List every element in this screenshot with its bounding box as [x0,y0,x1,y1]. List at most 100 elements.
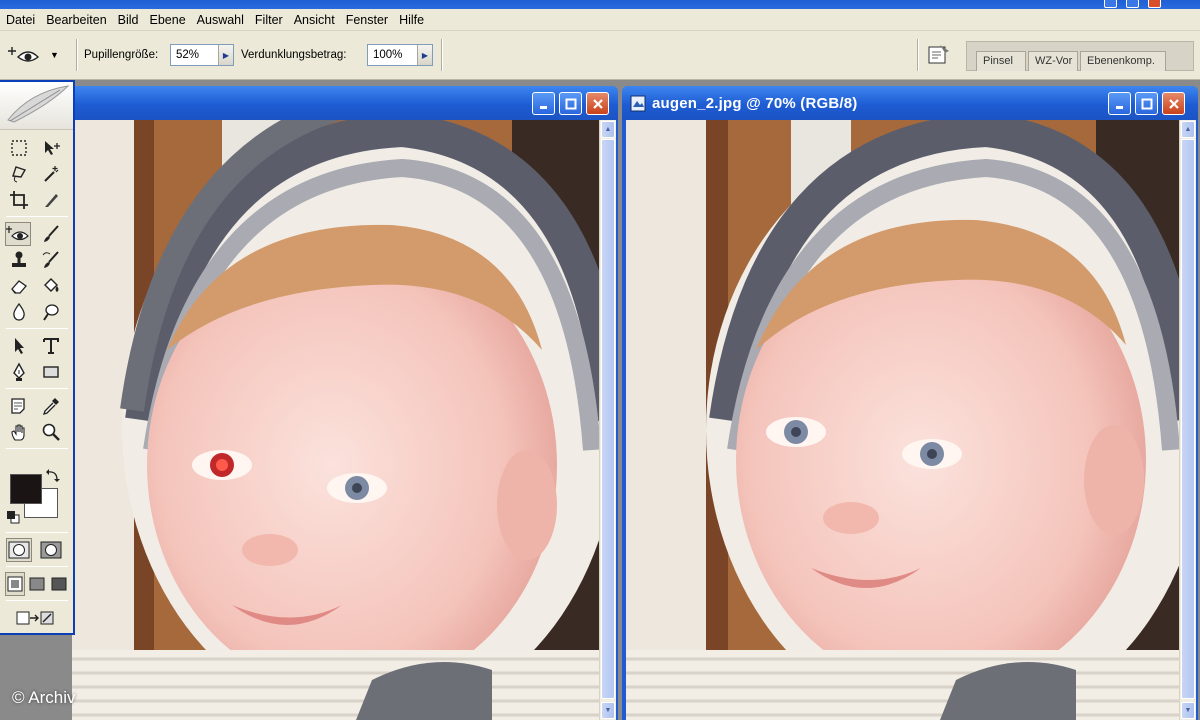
menu-ebene[interactable]: Ebene [144,13,191,27]
tool-preset-picker[interactable]: ▼ [8,42,70,68]
clone-stamp-tool[interactable] [6,248,32,272]
history-brush-tool[interactable] [38,248,64,272]
close-button[interactable] [1162,92,1185,115]
darken-amount-label: Verdunklungsbetrag: [241,49,347,61]
screen-mode-standard-button[interactable] [5,572,25,596]
close-icon [592,98,603,109]
toolbox-divider [6,566,68,567]
palette-tab-wz-vor[interactable]: WZ-Vor [1028,51,1078,71]
magic-wand-icon [44,166,59,182]
blur-tool[interactable] [6,300,32,324]
vertical-scrollbar-left[interactable]: ▲ ▼ [599,120,616,720]
type-tool[interactable] [38,334,64,358]
rectangle-shape-icon [43,366,59,378]
close-button[interactable] [586,92,609,115]
pupil-size-slider-arrow-icon[interactable]: ▶ [218,45,233,65]
document-window-right: augen_2.jpg @ 70% (RGB/8) ▲ ▼ [622,86,1198,720]
options-bar: ▼ Pupillengröße: 52% ▶ Verdunklungsbetra… [0,31,1200,80]
foreground-color-swatch[interactable] [10,474,42,504]
eraser-tool[interactable] [6,274,32,298]
pen-icon [13,362,25,381]
default-colors-icon[interactable] [6,510,20,524]
palette-tab-ebenenkomp[interactable]: Ebenenkomp. [1080,51,1166,71]
brush-tool[interactable] [38,222,64,246]
menu-fenster[interactable]: Fenster [340,13,393,27]
stamp-icon [12,251,26,267]
path-selection-tool[interactable] [6,334,32,358]
screen-mode-full-button[interactable] [49,572,69,596]
quick-mask-button[interactable] [38,538,64,562]
darken-amount-value[interactable]: 100% [368,49,417,61]
minimize-button[interactable] [532,92,555,115]
document-title-bar-right[interactable]: augen_2.jpg @ 70% (RGB/8) [622,86,1198,120]
pen-tool[interactable] [6,360,32,384]
scroll-up-arrow-icon[interactable]: ▲ [1181,121,1195,138]
scroll-thumb[interactable] [601,139,615,699]
slice-tool[interactable] [38,188,64,212]
app-title-bar [0,0,1200,9]
pupil-size-field[interactable]: 52% ▶ [170,44,234,66]
image-canvas-left[interactable] [72,120,599,720]
scroll-up-arrow-icon[interactable]: ▲ [601,121,615,138]
rectangle-tool[interactable] [38,360,64,384]
photoshop-document-icon [630,95,646,112]
magic-wand-tool[interactable] [38,162,64,186]
move-tool[interactable] [38,136,64,160]
menu-bar: Datei Bearbeiten Bild Ebene Auswahl Filt… [0,9,1200,31]
scroll-thumb[interactable] [1181,139,1195,699]
dodge-tool[interactable] [38,300,64,324]
baby-photo-corrected [626,120,1179,720]
darken-amount-slider-arrow-icon[interactable]: ▶ [417,45,432,65]
darken-amount-field[interactable]: 100% ▶ [367,44,433,66]
screen-mode-fullmenu-button[interactable] [27,572,47,596]
menu-auswahl[interactable]: Auswahl [191,13,249,27]
notes-tool[interactable] [6,394,32,418]
toolbox-divider [6,216,68,217]
vertical-scrollbar-right[interactable]: ▲ ▼ [1179,120,1196,720]
menu-filter[interactable]: Filter [249,13,288,27]
document-window-left: ▲ ▼ [72,86,618,720]
swap-colors-icon[interactable] [45,468,61,484]
pupil-size-label: Pupillengröße: [84,49,159,61]
menu-hilfe[interactable]: Hilfe [393,13,429,27]
quick-mask-icon [40,541,62,559]
menu-ansicht[interactable]: Ansicht [288,13,340,27]
app-minimize-button[interactable] [1104,0,1117,8]
red-eye-tool[interactable] [5,222,31,246]
path-selection-icon [15,338,24,354]
toolbox-divider [6,600,68,601]
menu-bild[interactable]: Bild [112,13,144,27]
maximize-button[interactable] [559,92,582,115]
dodge-icon [43,304,59,321]
scroll-down-arrow-icon[interactable]: ▼ [1181,702,1195,719]
pupil-size-value[interactable]: 52% [171,49,218,61]
eyedropper-icon [42,398,59,416]
menu-datei[interactable]: Datei [0,13,40,27]
standard-mode-button[interactable] [6,538,32,562]
paint-bucket-tool[interactable] [38,274,64,298]
eyedropper-tool[interactable] [38,394,64,418]
minimize-button[interactable] [1108,92,1131,115]
app-maximize-button[interactable] [1126,0,1139,8]
document-title-bar-left[interactable] [72,86,618,120]
paint-bucket-icon [44,278,59,292]
zoom-tool[interactable] [38,420,64,444]
lasso-tool[interactable] [6,162,32,186]
scroll-down-arrow-icon[interactable]: ▼ [601,702,615,719]
jump-to-imageready-button[interactable] [8,606,62,630]
marquee-tool[interactable] [6,136,32,160]
file-browser-button[interactable] [924,41,954,69]
screen-mode-standard-icon [7,576,23,592]
app-close-button[interactable] [1148,0,1161,8]
menu-bearbeiten[interactable]: Bearbeiten [40,13,111,27]
slice-icon [45,194,58,207]
maximize-button[interactable] [1135,92,1158,115]
options-divider [441,39,443,71]
toolbox-header[interactable] [0,82,73,130]
palette-tab-pinsel[interactable]: Pinsel [976,51,1026,71]
hand-icon [11,424,25,441]
crop-tool[interactable] [6,188,32,212]
options-divider [76,39,78,71]
image-canvas-right[interactable] [626,120,1179,720]
hand-tool[interactable] [6,420,32,444]
